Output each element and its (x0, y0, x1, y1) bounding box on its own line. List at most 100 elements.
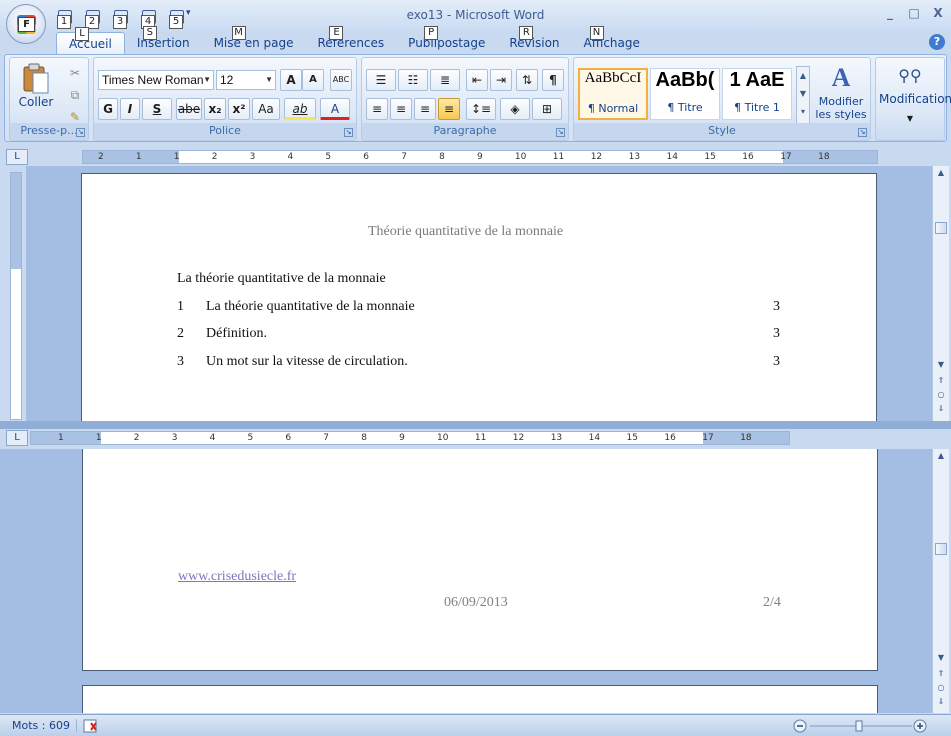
proofing-status-icon[interactable] (82, 718, 100, 734)
line-spacing-button[interactable]: ↕≡ (466, 98, 496, 120)
redo-button[interactable]: 3 (110, 6, 136, 29)
format-painter-button[interactable]: ✎ (64, 106, 86, 124)
toc-entry-text[interactable]: La théorie quantitative de la monnaie (206, 299, 415, 315)
shading-button[interactable]: ◈ (500, 98, 530, 120)
bullets-button[interactable]: ☰ (366, 69, 396, 91)
tab-mise-en-page[interactable]: Mise en page M (202, 26, 306, 54)
shrink-font-button[interactable]: A (302, 69, 324, 91)
underline-button[interactable]: S (142, 98, 172, 120)
ruler-margin (11, 173, 21, 269)
style-sample: AaBbCcI (584, 70, 642, 86)
scroll-down-icon[interactable]: ▼ (933, 651, 949, 665)
browse-object-icon[interactable]: ○ (933, 388, 949, 402)
document-pane-bottom: www.crisedusiecle.fr 06/09/2013 2/4 (0, 449, 932, 713)
tab-selector[interactable]: L (6, 149, 28, 165)
subscript-button[interactable]: x₂ (204, 98, 226, 120)
horizontal-ruler[interactable]: 2 1 1 2 3 4 5 6 7 8 9 10 11 12 13 14 15 16 17 18 (82, 150, 878, 164)
style-name: ¶ Normal (587, 102, 639, 115)
style-normal[interactable]: AaBbCcI ¶ Normal (578, 68, 648, 120)
style-titre[interactable]: AaBb( ¶ Titre (650, 68, 720, 120)
footer-link[interactable]: www.crisedusiecle.fr (178, 569, 296, 585)
minimize-button[interactable]: _ (883, 6, 897, 20)
next-page[interactable] (82, 685, 878, 713)
decrease-indent-button[interactable]: ⇤ (466, 69, 488, 91)
cut-button[interactable]: ✂ (64, 62, 86, 80)
font-name-combo[interactable]: Times New Roman ▼ (98, 70, 214, 90)
qat-customize-button[interactable]: ▾ (186, 8, 191, 18)
font-launcher[interactable]: ↘ (344, 128, 353, 137)
paragraph-launcher[interactable]: ↘ (556, 128, 565, 137)
copy-button[interactable]: ⧉ (64, 84, 86, 102)
highlighter-icon: ab (292, 102, 308, 116)
scroll-down-icon[interactable]: ▼ (933, 358, 949, 372)
scroll-up-icon[interactable]: ▲ (933, 449, 949, 463)
tab-accueil[interactable]: Accueil L (56, 27, 125, 54)
toc-entry-text[interactable]: Un mot sur la vitesse de circulation. (206, 354, 408, 370)
word-count[interactable]: Mots : 609 (6, 719, 77, 732)
browse-object-icon[interactable]: ○ (933, 681, 949, 695)
change-case-button[interactable]: Aa (252, 98, 280, 120)
next-page-icon[interactable]: ⇓ (933, 402, 949, 416)
scroll-thumb[interactable] (935, 222, 947, 234)
keytip: 5 (169, 15, 183, 29)
close-button[interactable]: X (931, 6, 945, 20)
styles-scroll[interactable]: ▲ ▼ ▾ (796, 66, 810, 124)
zoom-slider[interactable] (792, 718, 932, 734)
paste-label: Coller (18, 95, 54, 109)
style-titre-1[interactable]: 1 AaE ¶ Titre 1 (722, 68, 792, 120)
vertical-ruler[interactable] (10, 172, 22, 420)
vertical-scrollbar-top[interactable]: ▲ ▼ ⇑ ○ ⇓ (932, 166, 949, 421)
align-center-button[interactable]: ≡ (390, 98, 412, 120)
bold-button[interactable]: G (98, 98, 118, 120)
sort-button[interactable]: ⇅ (516, 69, 538, 91)
styles-launcher[interactable]: ↘ (858, 128, 867, 137)
scroll-up-icon[interactable]: ▲ (933, 166, 949, 180)
clipboard-launcher[interactable]: ↘ (76, 128, 85, 137)
tab-insertion[interactable]: Insertion S (125, 26, 202, 54)
strikethrough-button[interactable]: abe (176, 98, 202, 120)
window-splitter[interactable] (0, 421, 951, 429)
increase-indent-button[interactable]: ⇥ (490, 69, 512, 91)
tab-references[interactable]: Références E (305, 26, 396, 54)
editing-button[interactable]: ⚲⚲ Modification ▼ (878, 62, 951, 123)
multilevel-list-icon: ≣ (439, 73, 451, 87)
font-color-button[interactable]: A (320, 98, 350, 120)
show-marks-button[interactable]: ¶ (542, 69, 564, 91)
highlight-button[interactable]: ab (284, 98, 316, 120)
page[interactable]: www.crisedusiecle.fr 06/09/2013 2/4 (82, 449, 878, 671)
horizontal-ruler[interactable]: 1 1 2 3 4 5 6 7 8 9 10 11 12 13 14 15 16 17 18 (30, 431, 790, 445)
clear-format-button[interactable]: ABC (330, 69, 352, 91)
align-left-button[interactable]: ≡ (366, 98, 388, 120)
borders-button[interactable]: ⊞ (532, 98, 562, 120)
change-styles-button[interactable]: A Modifier les styles (814, 60, 868, 124)
italic-button[interactable]: I (120, 98, 140, 120)
office-button[interactable]: F (6, 4, 46, 44)
scroll-thumb[interactable] (935, 543, 947, 555)
align-right-button[interactable]: ≡ (414, 98, 436, 120)
paste-button[interactable]: Coller (14, 60, 58, 118)
tab-publipostage[interactable]: Publipostage P (396, 26, 497, 54)
previous-page-icon[interactable]: ⇑ (933, 374, 949, 388)
page[interactable]: Théorie quantitative de la monnaie La th… (81, 173, 877, 421)
tab-revision[interactable]: Révision R (497, 26, 571, 54)
toc-entry-text[interactable]: Définition. (206, 326, 267, 342)
vertical-scrollbar-bottom[interactable]: ▲ ▼ ⇑ ○ ⇓ (932, 449, 949, 713)
help-button[interactable]: ? (929, 34, 945, 50)
numbering-button[interactable]: ☷ (398, 69, 428, 91)
status-bar: Mots : 609 (0, 714, 951, 736)
tab-selector[interactable]: L (6, 430, 28, 446)
tab-affichage[interactable]: Affichage N (572, 26, 652, 54)
superscript-button[interactable]: x² (228, 98, 250, 120)
font-size-combo[interactable]: 12 ▼ (216, 70, 276, 90)
justify-button[interactable]: ≡ (438, 98, 460, 120)
previous-page-icon[interactable]: ⇑ (933, 667, 949, 681)
document-pane-top: Théorie quantitative de la monnaie La th… (26, 166, 932, 421)
ruler-tick-label: 10 (514, 152, 527, 162)
save-button[interactable]: 1 (54, 6, 80, 29)
next-page-icon[interactable]: ⇓ (933, 695, 949, 709)
undo-button[interactable]: 2 (82, 6, 108, 29)
maximize-button[interactable]: □ (907, 6, 921, 20)
print-preview-button[interactable]: 4 (138, 6, 164, 29)
multilevel-list-button[interactable]: ≣ (430, 69, 460, 91)
grow-font-button[interactable]: A (280, 69, 302, 91)
